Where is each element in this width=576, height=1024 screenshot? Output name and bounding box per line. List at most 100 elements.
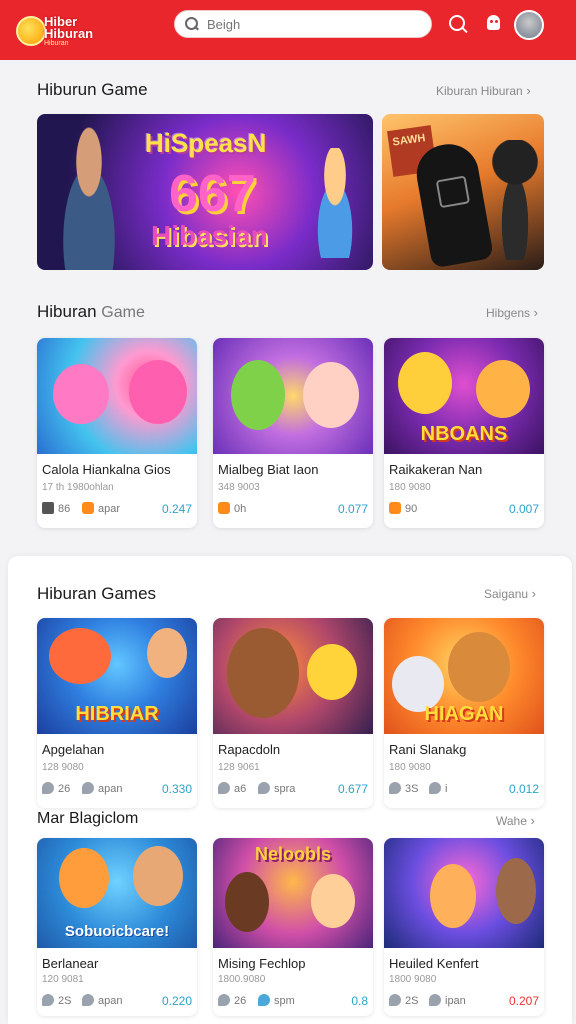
game-character (398, 352, 452, 414)
stat-rating: 0.8 (351, 994, 368, 1008)
game-character (133, 846, 183, 906)
stat-a-value: 86 (58, 503, 71, 515)
game-character (430, 864, 476, 928)
game-title: Rapacdoln (218, 742, 281, 757)
see-all-featured-link[interactable]: Kiburan Hiburan (436, 83, 531, 98)
comment-icon (429, 994, 441, 1006)
game-title: Heuiled Kenfert (389, 956, 479, 971)
logo-mark-icon (16, 16, 46, 46)
stat-b: spra (258, 782, 295, 795)
game-thumbnail: HIBRIAR (37, 618, 197, 734)
game-character (311, 874, 355, 928)
game-card[interactable]: NBOANS Raikakeran Nan 180 9080 90 0.007 (384, 338, 544, 528)
game-character (448, 632, 510, 702)
section-title-main: Hiburan (37, 302, 97, 321)
search-input[interactable] (207, 16, 407, 32)
comment-icon (258, 782, 270, 794)
chat-icon (218, 994, 230, 1006)
game-character (49, 628, 111, 684)
stat-rating: 0.330 (161, 782, 192, 796)
search-bar[interactable] (174, 10, 432, 38)
featured-banner-1[interactable]: HiSpeasN 667 Hibasian (37, 114, 373, 270)
game-card[interactable]: Sobuoicbcare! Berlanear 120 9081 2S apan… (37, 838, 197, 1016)
search-icon[interactable] (448, 14, 468, 34)
chat-icon (218, 782, 230, 794)
game-thumbnail: Sobuoicbcare! (37, 838, 197, 948)
comment-icon (429, 782, 441, 794)
game-card[interactable]: Mialbeg Biat Iaon 348 9003 0h 0.077 (213, 338, 373, 528)
badge-icon (389, 502, 401, 514)
see-all-more-link[interactable]: Wahe (496, 813, 535, 828)
game-character (147, 628, 187, 678)
see-all-games-link[interactable]: Saiganu (484, 586, 536, 601)
game-title: Mising Fechlop (218, 956, 306, 971)
stat-b: ipan (429, 994, 466, 1007)
game-card[interactable]: HIBRIAR Apgelahan 128 9080 26 apan 0.330 (37, 618, 197, 808)
stat-a: 26 (42, 782, 70, 795)
stat-a: 3S (389, 782, 418, 795)
banner-robot (412, 139, 494, 269)
game-title: Calola Hiankalna Gios (42, 462, 171, 477)
game-stats: 26 apan 0.330 (42, 782, 192, 800)
game-card[interactable]: Rapacdoln 128 9061 a6 spra 0.677 (213, 618, 373, 808)
banner-number: 667 (169, 165, 256, 223)
lock-icon (42, 502, 54, 514)
game-title: Berlanear (42, 956, 99, 971)
game-character (303, 362, 359, 428)
game-card[interactable]: Heuiled Kenfert 1800 9080 2S ipan 0.207 (384, 838, 544, 1016)
stat-rating: 0.207 (508, 994, 539, 1008)
game-title: Mialbeg Biat Iaon (218, 462, 319, 477)
game-character (496, 858, 536, 924)
stat-b-value: apan (98, 783, 123, 795)
game-thumbnail: HIAGAN (384, 618, 544, 734)
section-title-light: Game (101, 304, 145, 321)
game-character (225, 872, 269, 932)
game-meta: 128 9061 (218, 762, 260, 773)
game-title: Raikakeran Nan (389, 462, 483, 477)
stat-b: i (429, 782, 447, 795)
section-title-hiburan-game: Hiburan Game (37, 302, 145, 322)
game-meta: 348 9003 (218, 482, 260, 493)
stat-b: apar (82, 502, 120, 515)
game-stats: 2S ipan 0.207 (389, 994, 539, 1012)
game-character (476, 360, 530, 418)
search-icon (185, 17, 199, 31)
game-meta: 1800 9080 (389, 974, 437, 985)
game-thumbnail (37, 338, 197, 454)
game-thumbnail (213, 618, 373, 734)
thumbnail-label: Sobuoicbcare! (64, 923, 170, 940)
notification-icon[interactable] (484, 14, 504, 34)
banner-character (492, 140, 538, 260)
thumbnail-label: NBOANS (420, 423, 508, 445)
thumbnail-label: Neloobls (254, 844, 331, 864)
section-title-featured: Hiburun Game (37, 80, 148, 99)
game-thumbnail: NBOANS (384, 338, 544, 454)
game-card[interactable]: HIAGAN Rani Slanakg 180 9080 3S i 0.012 (384, 618, 544, 808)
stat-rating: 0.077 (337, 502, 368, 516)
stat-b-value: spra (274, 783, 296, 795)
see-all-hiburan-link[interactable]: Hibgens (486, 305, 538, 320)
game-stats: 26 spm 0.8 (218, 994, 368, 1012)
stat-b-value: i (445, 783, 448, 795)
game-card[interactable]: Calola Hiankalna Gios 17 th 1980ohlan 86… (37, 338, 197, 528)
game-meta: 120 9081 (42, 974, 84, 985)
comment-icon (258, 994, 270, 1006)
stat-b-value: apan (98, 995, 123, 1007)
game-stats: a6 spra 0.677 (218, 782, 368, 800)
stat-a-value: 2S (58, 995, 72, 1007)
banner-person (49, 126, 129, 270)
stat-a: 86 (42, 502, 70, 515)
stat-a-value: 26 (58, 783, 71, 795)
logo-subtext: Hiburan (44, 40, 69, 47)
app-logo[interactable]: Hiber Hiburan Hiburan (16, 10, 126, 50)
stat-b-value: apar (98, 503, 121, 515)
game-character (53, 364, 109, 424)
avatar[interactable] (514, 10, 544, 40)
featured-banner-2[interactable]: SAWH (382, 114, 544, 270)
stat-a: 26 (218, 994, 246, 1007)
game-card[interactable]: Neloobls Mising Fechlop 1800.9080 26 spm… (213, 838, 373, 1016)
comment-icon (82, 782, 94, 794)
stat-b: apan (82, 782, 122, 795)
section-title-hiburan-games: Hiburan Games (37, 584, 157, 603)
stat-a-value: a6 (234, 783, 247, 795)
